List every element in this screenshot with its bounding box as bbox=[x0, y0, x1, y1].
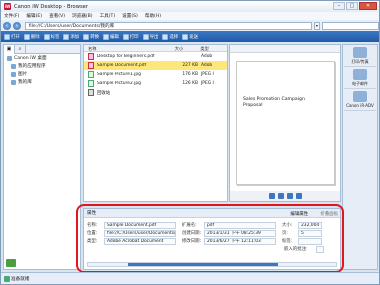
tree-tab[interactable]: ▣ bbox=[4, 45, 15, 54]
pdf-icon bbox=[88, 53, 94, 60]
canon-icon: iW bbox=[4, 3, 11, 10]
folder-icon bbox=[11, 71, 16, 77]
print-icon bbox=[122, 33, 129, 40]
tree-item-pictures[interactable]: 图片 bbox=[4, 70, 80, 78]
maximize-button[interactable]: □ bbox=[346, 2, 358, 10]
tree-item-library[interactable]: 我的库 bbox=[4, 78, 80, 86]
edit-icon bbox=[102, 33, 109, 40]
library-icon bbox=[11, 79, 16, 85]
file-row[interactable]: Sample Picture2.jpg 126 KB JPEG I bbox=[84, 79, 227, 88]
window-title: Canon iW Desktop - Browser bbox=[14, 3, 89, 10]
image-icon bbox=[88, 71, 94, 78]
preview-navigation bbox=[230, 191, 340, 201]
tree-item-desktop[interactable]: Canon iW 桌面 bbox=[4, 54, 80, 62]
address-bar: ‹ › file://C:/Users/user/Documents/我的库 ▾ bbox=[1, 20, 379, 31]
export-button[interactable]: 导出 bbox=[142, 33, 158, 40]
back-icon[interactable]: ‹ bbox=[3, 21, 11, 30]
menu-help[interactable]: 帮助(H) bbox=[145, 13, 161, 19]
folder-icon bbox=[11, 63, 16, 69]
first-page-icon[interactable] bbox=[268, 193, 275, 199]
preview-toolbar bbox=[230, 45, 340, 53]
preview-pane: Sales Promotion Campaign Proposal bbox=[229, 44, 341, 202]
open-icon bbox=[4, 33, 10, 40]
minimize-button[interactable]: – bbox=[333, 2, 345, 10]
menu-bar: 文件(F) 编辑(E) 查看(V) 浏览器(B) 工具(T) 设置(S) 帮助(… bbox=[1, 12, 379, 20]
add-icon bbox=[63, 33, 70, 40]
canon-device-button[interactable]: Canon iR-ADV bbox=[344, 91, 376, 111]
menu-browser[interactable]: 浏览器(B) bbox=[72, 13, 93, 19]
close-button[interactable]: ✕ bbox=[359, 2, 377, 10]
print-button[interactable]: 打印 bbox=[122, 33, 139, 40]
ready-icon bbox=[4, 276, 10, 282]
tree-item-apps[interactable]: 我的应用程序 bbox=[4, 62, 80, 70]
menu-settings[interactable]: 设置(S) bbox=[122, 13, 138, 19]
preview-title: Sales Promotion Campaign Proposal bbox=[243, 97, 305, 108]
document-preview[interactable]: Sales Promotion Campaign Proposal bbox=[236, 61, 335, 185]
menu-edit[interactable]: 编辑(E) bbox=[26, 13, 42, 19]
column-name[interactable]: 名称 bbox=[84, 45, 175, 51]
title-bar: iW Canon iW Desktop - Browser – □ ✕ bbox=[1, 1, 379, 12]
output-bar: 打印/传真 电子邮件 Canon iR-ADV bbox=[342, 44, 378, 270]
edit-button[interactable]: 编辑 bbox=[102, 33, 119, 40]
email-icon bbox=[353, 69, 367, 80]
forward-icon[interactable]: › bbox=[12, 21, 21, 30]
file-row[interactable]: 回收站 bbox=[84, 88, 227, 97]
status-icon bbox=[6, 259, 16, 267]
image-icon bbox=[88, 80, 94, 87]
next-page-icon[interactable] bbox=[286, 193, 293, 199]
add-button[interactable]: 添加 bbox=[63, 33, 79, 40]
prev-page-icon[interactable] bbox=[277, 193, 284, 199]
list-header: 名称 大小 类型 bbox=[84, 45, 227, 52]
device-icon bbox=[353, 91, 367, 102]
file-row[interactable]: Desktop for Beginners.pdf Adob bbox=[84, 52, 227, 61]
file-list-pane: 名称 大小 类型 Desktop for Beginners.pdf Adob … bbox=[83, 44, 228, 202]
status-text: 准备就绪 bbox=[11, 276, 30, 282]
delete-button[interactable]: 删除 bbox=[23, 33, 40, 40]
search-tab[interactable]: ⌕ bbox=[15, 45, 26, 54]
tag-icon bbox=[43, 33, 50, 40]
export-icon bbox=[142, 33, 149, 40]
send-button[interactable]: 发送 bbox=[182, 33, 198, 40]
printer-icon bbox=[353, 47, 367, 58]
menu-view[interactable]: 查看(V) bbox=[49, 13, 65, 19]
tag-button[interactable]: 标签 bbox=[43, 33, 59, 40]
select-icon bbox=[162, 33, 169, 40]
last-page-icon[interactable] bbox=[295, 193, 302, 199]
trash-icon bbox=[88, 89, 94, 96]
app-window: iW Canon iW Desktop - Browser – □ ✕ 文件(F… bbox=[0, 0, 380, 285]
search-input[interactable] bbox=[321, 21, 379, 30]
navigation-pane: ▣ ⌕ Canon iW 桌面 我的应用程序 图片 我的库 bbox=[3, 44, 81, 270]
open-button[interactable]: 打开 bbox=[4, 33, 20, 40]
path-field[interactable]: file://C:/Users/user/Documents/我的库 bbox=[24, 21, 312, 30]
menu-tools[interactable]: 工具(T) bbox=[100, 13, 116, 19]
chevron-down-icon[interactable]: ▾ bbox=[313, 21, 320, 30]
highlight-frame bbox=[76, 204, 344, 273]
send-icon bbox=[182, 33, 189, 40]
desktop-icon bbox=[7, 55, 12, 61]
select-button[interactable]: 选择 bbox=[162, 33, 178, 40]
convert-icon bbox=[83, 33, 90, 40]
toolbar: 打开 删除 标签 添加 转换 编辑 打印 导出 选择 发送 bbox=[1, 31, 379, 42]
menu-file[interactable]: 文件(F) bbox=[4, 13, 19, 19]
status-bar: 准备就绪 bbox=[1, 272, 379, 284]
column-size[interactable]: 大小 bbox=[175, 45, 201, 51]
print-fax-button[interactable]: 打印/传真 bbox=[344, 47, 376, 67]
pdf-icon bbox=[88, 62, 94, 69]
email-button[interactable]: 电子邮件 bbox=[344, 69, 376, 89]
column-type[interactable]: 类型 bbox=[200, 45, 227, 51]
file-row-selected[interactable]: Sample Document.pdf 227 KB Adob bbox=[84, 61, 227, 70]
file-row[interactable]: Sample Picture1.jpg 176 KB JPEG I bbox=[84, 70, 227, 79]
delete-icon bbox=[23, 33, 30, 40]
convert-button[interactable]: 转换 bbox=[83, 33, 99, 40]
